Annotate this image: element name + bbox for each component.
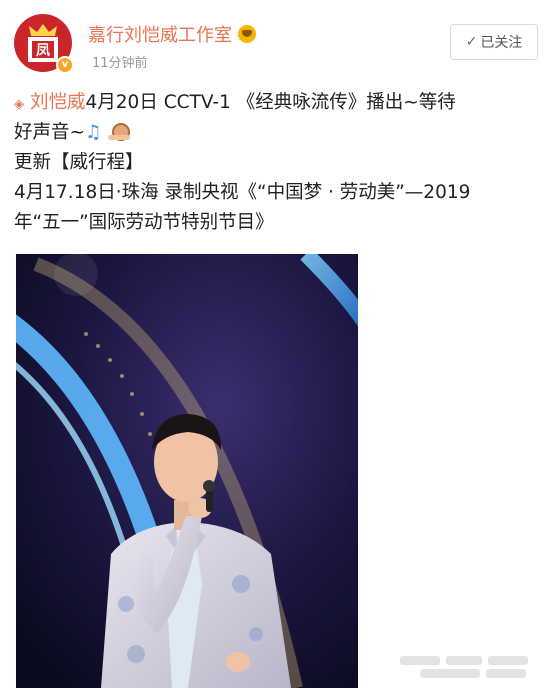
verified-badge-icon: v [56,56,74,74]
post-text-1: 4月20日 CCTV-1 《经典咏流传》播出~等待 [85,92,456,113]
post-text-3: 更新【威行程】 [14,152,144,173]
svg-text:凤: 凤 [36,43,50,59]
follow-button[interactable]: ✓ 已关注 [450,24,538,60]
check-icon: ✓ [465,34,478,50]
watermark-image [400,652,530,682]
crown-emoji-icon [238,25,256,43]
post-text: ◈ 刘恺威4月20日 CCTV-1 《经典咏流传》播出~等待 好声音~♫ 更新【威… [14,88,540,238]
music-note-icon: ♫ [85,122,102,143]
singer-on-stage-photo [16,254,358,688]
super-topic-icon[interactable]: ◈ [14,90,28,112]
follow-label: 已关注 [480,35,523,51]
post-line-5: 年“五一”国际劳动节特别节目》 [14,208,540,238]
post-line-3: 更新【威行程】 [14,148,540,178]
user-name-link[interactable]: 嘉行刘恺威工作室 [88,21,232,47]
post-photo[interactable] [16,254,358,688]
post-timestamp[interactable]: 11分钟前 [92,52,148,71]
post-text-2: 好声音~ [14,122,86,143]
snail-emoji-icon [107,121,130,141]
post-line-2: 好声音~♫ [14,118,540,148]
post-text-4: 4月17.18日·珠海 录制央视《“中国梦 · 劳动美”—2019 [14,182,471,203]
studio-logo-icon: 凤 [28,24,58,62]
user-name-row: 嘉行刘恺威工作室 [88,22,256,46]
mention-link[interactable]: 刘恺威 [30,92,86,113]
post-line-4: 4月17.18日·珠海 录制央视《“中国梦 · 劳动美”—2019 [14,178,540,208]
post-header: 凤 v 嘉行刘恺威工作室 11分钟前 ✓ 已关注 [14,14,538,74]
post-line-1: ◈ 刘恺威4月20日 CCTV-1 《经典咏流传》播出~等待 [14,88,540,118]
post-text-5: 年“五一”国际劳动节特别节目》 [14,212,274,233]
